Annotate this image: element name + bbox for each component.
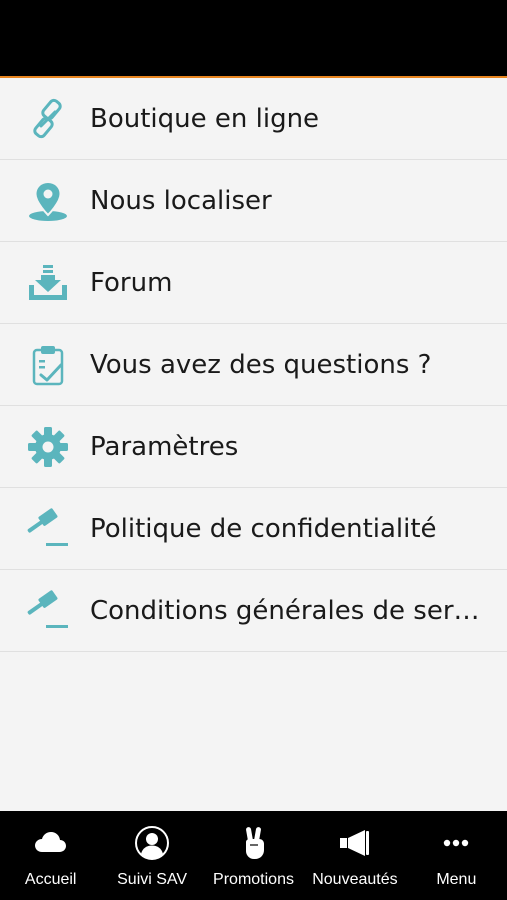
menu-item-parametres[interactable]: Paramètres [0,406,507,488]
megaphone-icon [335,823,375,863]
menu-item-politique[interactable]: Politique de confidentialité [0,488,507,570]
tab-nouveautes[interactable]: Nouveautés [304,811,405,900]
tab-label: Suivi SAV [117,871,188,888]
menu-item-boutique[interactable]: Boutique en ligne [0,78,507,160]
menu-item-label: Conditions générales de service [90,595,485,626]
tab-promotions[interactable]: Promotions [203,811,304,900]
tab-menu[interactable]: Menu [406,811,507,900]
menu-list: Boutique en ligne Nous localiser Forum V… [0,78,507,652]
cloud-icon [31,823,71,863]
menu-item-conditions[interactable]: Conditions générales de service [0,570,507,652]
more-dots-icon [436,823,476,863]
tab-accueil[interactable]: Accueil [0,811,101,900]
menu-item-localiser[interactable]: Nous localiser [0,160,507,242]
menu-item-questions[interactable]: Vous avez des questions ? [0,324,507,406]
menu-item-label: Boutique en ligne [90,103,320,134]
tab-label: Menu [436,871,477,888]
gavel-icon [26,507,70,551]
tab-suivi-sav[interactable]: Suivi SAV [101,811,202,900]
menu-item-forum[interactable]: Forum [0,242,507,324]
link-icon [26,97,70,141]
download-tray-icon [26,261,70,305]
menu-item-label: Nous localiser [90,185,272,216]
bottom-tab-bar: Accueil Suivi SAV Promotions Nouveautés … [0,811,507,900]
peace-hand-icon [234,823,274,863]
user-circle-icon [132,823,172,863]
clipboard-check-icon [26,343,70,387]
map-pin-icon [26,179,70,223]
tab-label: Promotions [213,871,294,888]
gear-icon [26,425,70,469]
menu-item-label: Vous avez des questions ? [90,349,432,380]
menu-item-label: Politique de confidentialité [90,513,437,544]
menu-item-label: Paramètres [90,431,239,462]
app-screen: Boutique en ligne Nous localiser Forum V… [0,0,507,900]
tab-label: Accueil [24,871,77,888]
gavel-icon [26,589,70,633]
top-bar [0,0,507,78]
menu-item-label: Forum [90,267,173,298]
tab-label: Nouveautés [312,871,398,888]
